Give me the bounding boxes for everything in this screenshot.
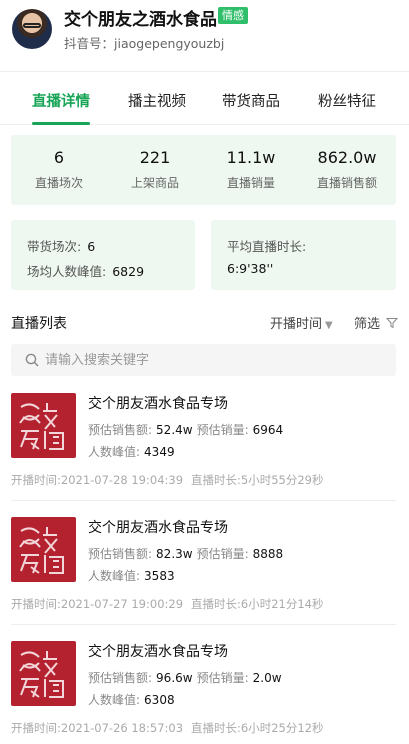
peak-value: 6829 xyxy=(112,264,145,279)
avatar-glasses xyxy=(23,23,41,28)
stat-label: 上架商品 xyxy=(130,176,179,190)
list-item[interactable]: 交个朋友酒水食品专场 预估销售额: 82.3w 预估销量: 8888 人数峰值: 3583 开… xyxy=(0,510,409,634)
stat-live-sales-amount: 862.0w 直播销售额 xyxy=(299,135,395,191)
list-item[interactable]: 交个朋友酒水食品专场 预估销售额: 52.4w 预估销量: 6964 人数峰值: 4349 开… xyxy=(0,386,409,510)
start-time-label: 开播时间: xyxy=(11,721,61,735)
sales-volume-value: 8888 xyxy=(252,547,284,561)
triangle-down-icon: ▼ xyxy=(325,320,333,331)
account-header: 交个朋友之酒水食品 情感 抖音号：jiaogepengyouzbj xyxy=(0,0,409,72)
tab-live-details[interactable]: 直播详情 xyxy=(32,90,90,111)
shop-name: 交个朋友之酒水食品 xyxy=(64,10,217,30)
sales-amount-value: 96.6w xyxy=(156,671,193,685)
stat-label: 直播销量 xyxy=(226,176,275,190)
avg-duration-value: 6:9'38'' xyxy=(227,261,274,276)
stat-listed-products: 221 上架商品 xyxy=(107,135,203,191)
start-time-value: 2021-07-28 19:04:39 xyxy=(60,473,184,487)
live-meta: 开播时间:2021-07-27 19:00:29 直播时长:6小时21分14秒 xyxy=(11,596,323,612)
stat-live-sessions: 6 直播场次 xyxy=(11,135,107,191)
duration-label: 直播时长: xyxy=(191,473,241,487)
account-value: jiaogepengyouzbj xyxy=(114,36,225,51)
sessions-value: 6 xyxy=(87,239,96,254)
sales-volume-label: 预估销量: xyxy=(196,423,249,437)
tab-fan-features[interactable]: 粉丝特征 xyxy=(318,90,376,111)
stat-label: 直播场次 xyxy=(34,176,83,190)
peak-label: 人数峰值: xyxy=(88,693,141,707)
avg-duration-label: 平均直播时长: xyxy=(227,239,307,254)
sales-row: 预估销售额: 96.6w 预估销量: 2.0w xyxy=(88,669,286,686)
peak-line: 场均人数峰值: 6829 xyxy=(27,261,144,280)
peak-label: 人数峰值: xyxy=(88,445,141,459)
duration-value: 6小时25分12秒 xyxy=(240,721,324,735)
sort-label: 开播时间 xyxy=(270,317,323,332)
sales-amount-value: 52.4w xyxy=(156,423,193,437)
peak-label: 场均人数峰值: xyxy=(27,264,107,279)
sales-amount-label: 预估销售额: xyxy=(88,671,153,685)
account-id: 抖音号：jiaogepengyouzbj xyxy=(64,33,224,52)
start-time-value: 2021-07-27 19:00:29 xyxy=(60,597,184,611)
jiaogepengyou-logo-icon xyxy=(11,641,76,706)
item-divider xyxy=(11,500,396,501)
search-icon xyxy=(25,353,39,367)
jiaogepengyou-logo-icon xyxy=(11,393,76,458)
search-box xyxy=(11,344,396,376)
start-time-value: 2021-07-26 18:57:03 xyxy=(60,721,184,735)
peak-value: 4349 xyxy=(144,445,175,459)
stat-live-sales-volume: 11.1w 直播销量 xyxy=(203,135,299,191)
stats-panel: 6 直播场次 221 上架商品 11.1w 直播销量 862.0w 直播销售额 xyxy=(11,135,396,205)
active-tab-indicator xyxy=(32,122,90,125)
sort-by-start-time[interactable]: 开播时间 ▼ xyxy=(270,313,333,332)
sales-volume-label: 预估销量: xyxy=(196,671,249,685)
live-meta: 开播时间:2021-07-26 18:57:03 直播时长:6小时25分12秒 xyxy=(11,720,323,736)
search-input[interactable] xyxy=(45,344,385,376)
live-meta: 开播时间:2021-07-28 19:04:39 直播时长:5小时55分29秒 xyxy=(11,472,323,488)
sales-amount-value: 82.3w xyxy=(156,547,193,561)
peak-label: 人数峰值: xyxy=(88,569,141,583)
peak-row: 人数峰值: 4349 xyxy=(88,443,179,460)
peak-value: 6308 xyxy=(144,693,175,707)
stat-value: 862.0w xyxy=(317,148,377,167)
filter-label: 筛选 xyxy=(354,317,381,332)
app-page: 交个朋友之酒水食品 情感 抖音号：jiaogepengyouzbj 直播详情 播… xyxy=(0,0,409,744)
live-title: 交个朋友酒水食品专场 xyxy=(88,396,228,412)
account-label: 抖音号： xyxy=(64,36,115,51)
live-title: 交个朋友酒水食品专场 xyxy=(88,644,228,660)
sales-row: 预估销售额: 52.4w 预估销量: 6964 xyxy=(88,421,287,438)
list-item[interactable]: 交个朋友酒水食品专场 预估销售额: 96.6w 预估销量: 2.0w 人数峰值: 6308 开… xyxy=(0,634,409,744)
start-time-label: 开播时间: xyxy=(11,597,61,611)
duration-summary-box: 平均直播时长: 6:9'38'' xyxy=(211,220,396,290)
category-badge: 情感 xyxy=(218,7,248,24)
stat-value: 11.1w xyxy=(226,148,276,167)
filter-button[interactable]: 筛选 xyxy=(354,313,399,332)
duration-value: 5小时55分29秒 xyxy=(240,473,324,487)
tab-creator-videos[interactable]: 播主视频 xyxy=(128,90,186,111)
duration-value: 6小时21分14秒 xyxy=(240,597,324,611)
item-divider xyxy=(11,624,396,625)
peak-row: 人数峰值: 6308 xyxy=(88,691,179,708)
tab-products[interactable]: 带货商品 xyxy=(222,90,280,111)
sessions-line: 带货场次: 6 xyxy=(27,236,95,255)
sessions-summary-box: 带货场次: 6 场均人数峰值: 6829 xyxy=(11,220,195,290)
sales-amount-label: 预估销售额: xyxy=(88,547,153,561)
peak-value: 3583 xyxy=(144,569,175,583)
jiaogepengyou-logo-icon xyxy=(11,517,76,582)
live-title: 交个朋友酒水食品专场 xyxy=(88,520,228,536)
stat-value: 6 xyxy=(53,148,65,167)
live-list-title: 直播列表 xyxy=(11,316,67,332)
start-time-label: 开播时间: xyxy=(11,473,61,487)
duration-label: 直播时长: xyxy=(191,721,241,735)
sessions-label: 带货场次: xyxy=(27,239,82,254)
sales-volume-value: 6964 xyxy=(252,423,284,437)
funnel-icon xyxy=(386,318,399,329)
tab-bar: 直播详情 播主视频 带货商品 粉丝特征 xyxy=(0,73,409,125)
sales-amount-label: 预估销售额: xyxy=(88,423,153,437)
sales-volume-label: 预估销量: xyxy=(196,547,249,561)
duration-label: 直播时长: xyxy=(191,597,241,611)
sales-volume-value: 2.0w xyxy=(252,671,282,685)
stat-value: 221 xyxy=(139,148,171,167)
avatar[interactable] xyxy=(12,9,52,49)
stat-label: 直播销售额 xyxy=(316,176,377,190)
peak-row: 人数峰值: 3583 xyxy=(88,567,179,584)
sales-row: 预估销售额: 82.3w 预估销量: 8888 xyxy=(88,545,287,562)
